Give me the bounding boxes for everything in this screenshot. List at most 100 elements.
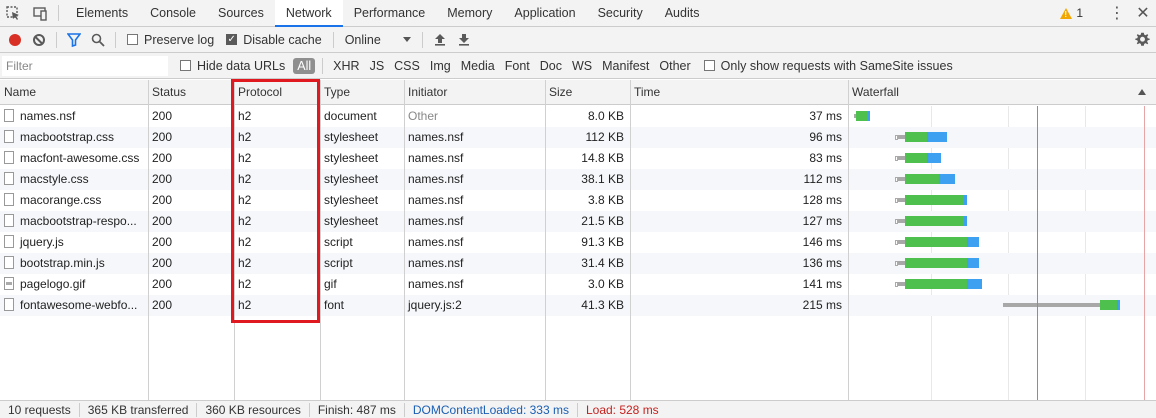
table-row[interactable]: macbootstrap-respo... 200 h2 stylesheet name… bbox=[0, 211, 1156, 232]
type-filter-other[interactable]: Other bbox=[654, 59, 695, 73]
type-filter-doc[interactable]: Doc bbox=[535, 59, 567, 73]
more-options-icon[interactable]: ⋮ bbox=[1104, 3, 1130, 23]
cell-name[interactable]: names.nsf bbox=[0, 106, 148, 127]
cell-name[interactable]: fontawesome-webfo... bbox=[0, 295, 148, 316]
search-button[interactable] bbox=[86, 28, 110, 52]
cell-time: 136 ms bbox=[802, 256, 842, 270]
type-filter-css[interactable]: CSS bbox=[389, 59, 425, 73]
checkbox-box[interactable] bbox=[180, 60, 191, 71]
tab-security[interactable]: Security bbox=[587, 0, 654, 26]
request-name[interactable]: bootstrap.min.js bbox=[20, 256, 105, 270]
inspect-element-icon[interactable] bbox=[0, 0, 26, 26]
file-icon bbox=[4, 214, 14, 227]
device-toolbar-icon[interactable] bbox=[26, 0, 52, 26]
tab-application[interactable]: Application bbox=[503, 0, 586, 26]
close-icon[interactable]: ✕ bbox=[1130, 3, 1156, 23]
request-name[interactable]: macorange.css bbox=[20, 193, 101, 207]
table-row[interactable]: jquery.js 200 h2 script names.nsf 91.3 KB 146 … bbox=[0, 232, 1156, 253]
column-header-time[interactable]: Time bbox=[630, 80, 848, 105]
cell-name[interactable]: bootstrap.min.js bbox=[0, 253, 148, 274]
initiator-link[interactable]: names.nsf bbox=[408, 235, 463, 249]
column-header-waterfall[interactable]: Waterfall bbox=[848, 80, 1156, 105]
disable-cache-checkbox[interactable]: ✓ Disable cache bbox=[226, 33, 322, 47]
type-filter-xhr[interactable]: XHR bbox=[328, 59, 364, 73]
cell-name[interactable]: macbootstrap.css bbox=[0, 127, 148, 148]
table-row[interactable]: pagelogo.gif 200 h2 gif names.nsf 3.0 KB 141 m… bbox=[0, 274, 1156, 295]
request-name[interactable]: macbootstrap-respo... bbox=[20, 214, 137, 228]
type-filter-font[interactable]: Font bbox=[500, 59, 535, 73]
column-header-initiator[interactable]: Initiator bbox=[404, 80, 545, 105]
clear-button[interactable] bbox=[27, 28, 51, 52]
table-row[interactable]: names.nsf 200 h2 document Other 8.0 KB 37 ms bbox=[0, 106, 1156, 127]
initiator-link[interactable]: names.nsf bbox=[408, 277, 463, 291]
column-header-type[interactable]: Type bbox=[320, 80, 404, 105]
request-name[interactable]: macstyle.css bbox=[20, 172, 89, 186]
request-name[interactable]: macbootstrap.css bbox=[20, 130, 114, 144]
table-row[interactable]: macorange.css 200 h2 stylesheet names.nsf 3.8… bbox=[0, 190, 1156, 211]
panel-tabs: Elements Console Sources Network Perform… bbox=[65, 0, 711, 27]
column-header-status[interactable]: Status bbox=[148, 80, 234, 105]
dom-content-loaded-time: DOMContentLoaded: 333 ms bbox=[412, 402, 569, 417]
cell-size: 21.5 KB bbox=[581, 214, 624, 228]
request-name[interactable]: macfont-awesome.css bbox=[20, 151, 139, 165]
initiator-link[interactable]: jquery.js:2 bbox=[408, 298, 462, 312]
tab-sources[interactable]: Sources bbox=[207, 0, 275, 26]
table-row[interactable]: macfont-awesome.css 200 h2 stylesheet names.… bbox=[0, 148, 1156, 169]
cell-name[interactable]: macorange.css bbox=[0, 190, 148, 211]
tab-network[interactable]: Network bbox=[274, 0, 343, 27]
initiator-link[interactable]: names.nsf bbox=[408, 193, 463, 207]
table-row[interactable]: macbootstrap.css 200 h2 stylesheet names.nsf… bbox=[0, 127, 1156, 148]
initiator-link[interactable]: names.nsf bbox=[408, 130, 463, 144]
initiator-link[interactable]: names.nsf bbox=[408, 172, 463, 186]
waterfall-stalled-bar bbox=[898, 240, 905, 244]
waterfall-stalled-bar bbox=[1002, 303, 1101, 307]
cell-name[interactable]: pagelogo.gif bbox=[0, 274, 148, 295]
checkbox-box[interactable]: ✓ bbox=[226, 34, 238, 45]
column-header-size[interactable]: Size bbox=[545, 80, 630, 105]
waterfall-download-bar bbox=[966, 258, 979, 268]
cell-name[interactable]: jquery.js bbox=[0, 232, 148, 253]
tab-performance[interactable]: Performance bbox=[343, 0, 437, 26]
tab-elements[interactable]: Elements bbox=[65, 0, 139, 26]
preserve-log-checkbox[interactable]: Preserve log bbox=[127, 33, 214, 47]
hide-data-urls-checkbox[interactable]: Hide data URLs bbox=[180, 59, 285, 73]
type-filter-all[interactable]: All bbox=[293, 57, 316, 74]
file-icon bbox=[4, 130, 14, 143]
type-filter-img[interactable]: Img bbox=[425, 59, 456, 73]
tab-console[interactable]: Console bbox=[139, 0, 207, 26]
table-row[interactable]: bootstrap.min.js 200 h2 script names.nsf 31.4… bbox=[0, 253, 1156, 274]
checkbox-box[interactable] bbox=[703, 60, 715, 71]
throttling-select[interactable]: Online bbox=[339, 33, 417, 47]
type-filter-js[interactable]: JS bbox=[365, 59, 390, 73]
cell-name[interactable]: macstyle.css bbox=[0, 169, 148, 190]
type-filter-manifest[interactable]: Manifest bbox=[597, 59, 654, 73]
export-har-button[interactable] bbox=[452, 28, 476, 52]
request-name[interactable]: fontawesome-webfo... bbox=[20, 298, 137, 312]
table-row[interactable]: fontawesome-webfo... 200 h2 font jquery.js:2… bbox=[0, 295, 1156, 316]
type-filter-ws[interactable]: WS bbox=[567, 59, 597, 73]
cell-name[interactable]: macbootstrap-respo... bbox=[0, 211, 148, 232]
checkbox-box[interactable] bbox=[127, 34, 138, 45]
tab-memory[interactable]: Memory bbox=[436, 0, 503, 26]
initiator-link[interactable]: names.nsf bbox=[408, 256, 463, 270]
column-divider bbox=[545, 80, 546, 400]
import-har-button[interactable] bbox=[428, 28, 452, 52]
column-header-name[interactable]: Name bbox=[0, 80, 148, 105]
filter-input[interactable] bbox=[2, 55, 168, 76]
file-icon bbox=[4, 298, 14, 311]
type-filter-media[interactable]: Media bbox=[456, 59, 500, 73]
request-name[interactable]: jquery.js bbox=[20, 235, 64, 249]
warnings-counter[interactable]: ! 1 bbox=[1052, 6, 1091, 20]
request-name[interactable]: names.nsf bbox=[20, 109, 75, 123]
table-row[interactable]: macstyle.css 200 h2 stylesheet names.nsf 38.1… bbox=[0, 169, 1156, 190]
cell-name[interactable]: macfont-awesome.css bbox=[0, 148, 148, 169]
samesite-checkbox[interactable]: Only show requests with SameSite issues bbox=[703, 59, 953, 73]
tab-audits[interactable]: Audits bbox=[654, 0, 711, 26]
network-settings-button[interactable] bbox=[1128, 32, 1156, 47]
initiator-link[interactable]: names.nsf bbox=[408, 151, 463, 165]
waterfall-stalled-bar bbox=[898, 261, 905, 265]
filter-toggle-button[interactable] bbox=[62, 28, 86, 52]
initiator-link[interactable]: names.nsf bbox=[408, 214, 463, 228]
request-name[interactable]: pagelogo.gif bbox=[20, 277, 85, 291]
record-button[interactable] bbox=[3, 28, 27, 52]
